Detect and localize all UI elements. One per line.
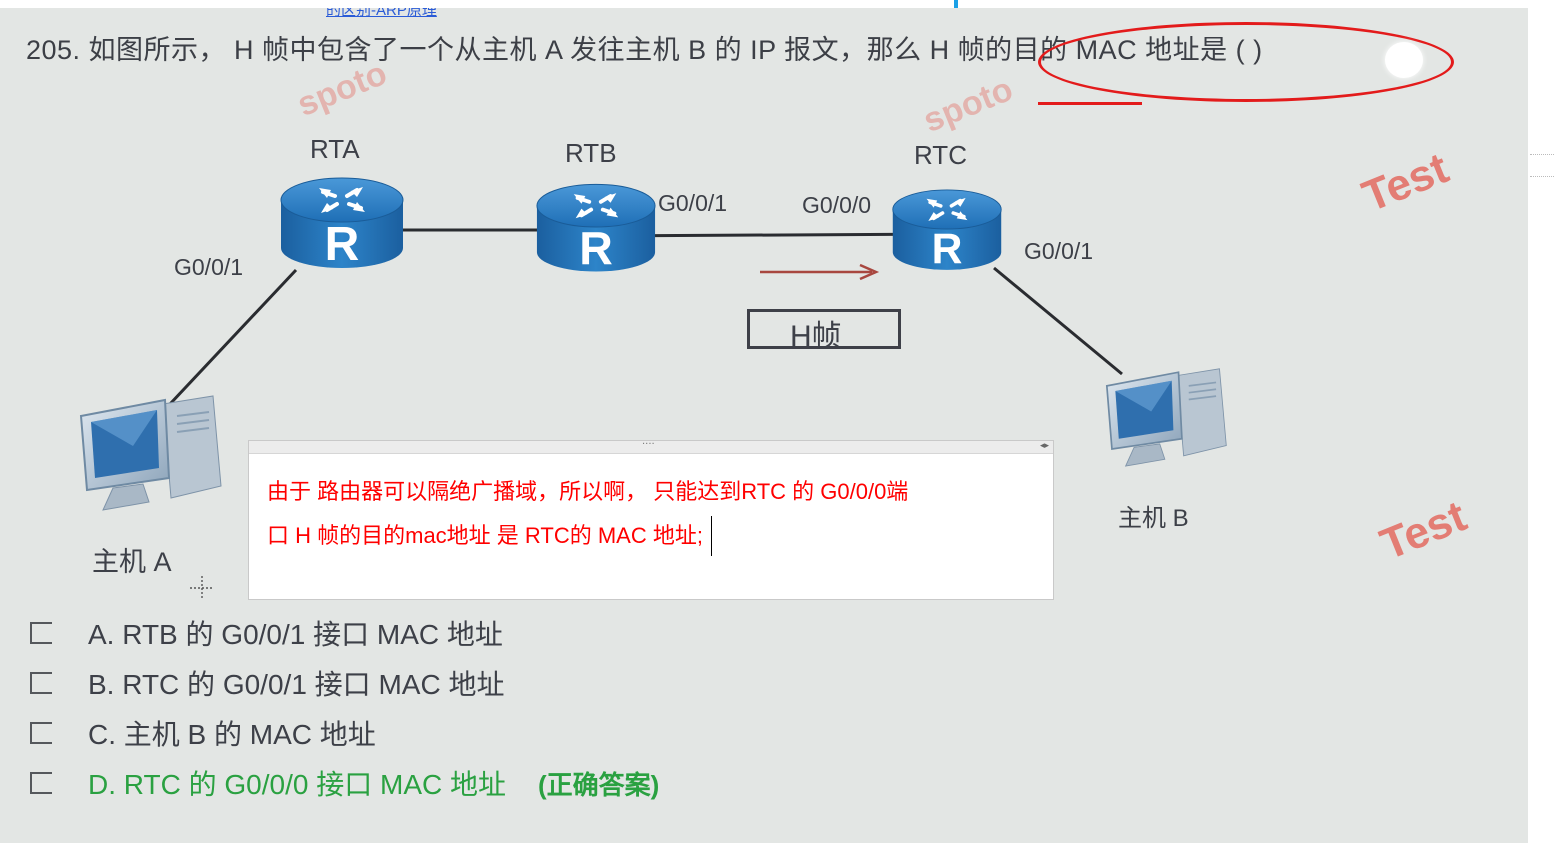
drag-handle-icon[interactable]: ···· bbox=[642, 440, 655, 450]
option-label: C. 主机 B 的 MAC 地址 bbox=[88, 719, 376, 750]
divider bbox=[1530, 176, 1554, 177]
router-icon bbox=[891, 187, 1003, 275]
resize-arrows-icon[interactable]: ◂▸ bbox=[1040, 441, 1049, 452]
router-label-rtb: RTB bbox=[565, 138, 617, 168]
annotation-textbox[interactable]: ···· ◂▸ 由于 路由器可以隔绝广播域，所以啊， 只能达到RTC 的 G0/… bbox=[248, 440, 1054, 600]
checkbox-icon[interactable] bbox=[30, 672, 52, 694]
checkbox-icon[interactable] bbox=[30, 772, 52, 794]
port-label-rta-g001: G0/0/1 bbox=[174, 254, 244, 280]
annotation-line-1: 由于 路由器可以隔绝广播域，所以啊， 只能达到RTC 的 G0/0/0端 bbox=[267, 479, 909, 504]
router-label-rtc: RTC bbox=[914, 140, 967, 170]
divider bbox=[1530, 154, 1554, 155]
host-label-a: 主机 A bbox=[92, 547, 172, 577]
port-label-rtc-g001: G0/0/1 bbox=[1024, 238, 1094, 264]
crosshair-cursor-icon bbox=[190, 576, 214, 600]
answer-options: A. RTB 的 G0/0/1 接口 MAC 地址 B. RTC 的 G0/0/… bbox=[30, 608, 659, 808]
router-label-rta: RTA bbox=[310, 134, 360, 164]
option-d[interactable]: D. RTC 的 G0/0/0 接口 MAC 地址 (正确答案) bbox=[30, 758, 659, 808]
host-label-b: 主机 B bbox=[1118, 505, 1189, 532]
option-label: B. RTC 的 G0/0/1 接口 MAC 地址 bbox=[88, 669, 505, 700]
question-photo: 的区别-ARP原理 205. 如图所示， H 帧中包含了一个从主机 A 发往主机… bbox=[0, 8, 1528, 843]
checkbox-icon[interactable] bbox=[30, 722, 52, 744]
h-frame-label: H帧 bbox=[790, 320, 842, 353]
option-label: D. RTC 的 G0/0/0 接口 MAC 地址 bbox=[88, 769, 506, 800]
option-b[interactable]: B. RTC 的 G0/0/1 接口 MAC 地址 bbox=[30, 658, 659, 708]
textbox-drag-bar[interactable]: ···· ◂▸ bbox=[249, 440, 1053, 454]
link-rta-hosta bbox=[168, 268, 298, 406]
router-icon bbox=[279, 176, 405, 270]
port-label-rtc-g000: G0/0/0 bbox=[802, 192, 872, 218]
port-label-rtb-g001: G0/0/1 bbox=[658, 190, 728, 216]
annotation-line-2: 口 H 帧的目的mac地址 是 RTC的 MAC 地址; bbox=[267, 523, 703, 548]
text-caret bbox=[710, 516, 712, 556]
option-c[interactable]: C. 主机 B 的 MAC 地址 bbox=[30, 708, 659, 758]
computer-icon bbox=[1105, 367, 1228, 467]
option-a[interactable]: A. RTB 的 G0/0/1 接口 MAC 地址 bbox=[30, 608, 659, 658]
option-label: A. RTB 的 G0/0/1 接口 MAC 地址 bbox=[88, 619, 503, 650]
correct-answer-note: (正确答案) bbox=[538, 769, 660, 800]
computer-icon bbox=[79, 394, 223, 512]
router-icon bbox=[535, 182, 657, 274]
link-rtc-hostb bbox=[993, 266, 1123, 376]
annotation-text[interactable]: 由于 路由器可以隔绝广播域，所以啊， 只能达到RTC 的 G0/0/0端 口 H… bbox=[249, 454, 1053, 558]
checkbox-icon[interactable] bbox=[30, 622, 52, 644]
